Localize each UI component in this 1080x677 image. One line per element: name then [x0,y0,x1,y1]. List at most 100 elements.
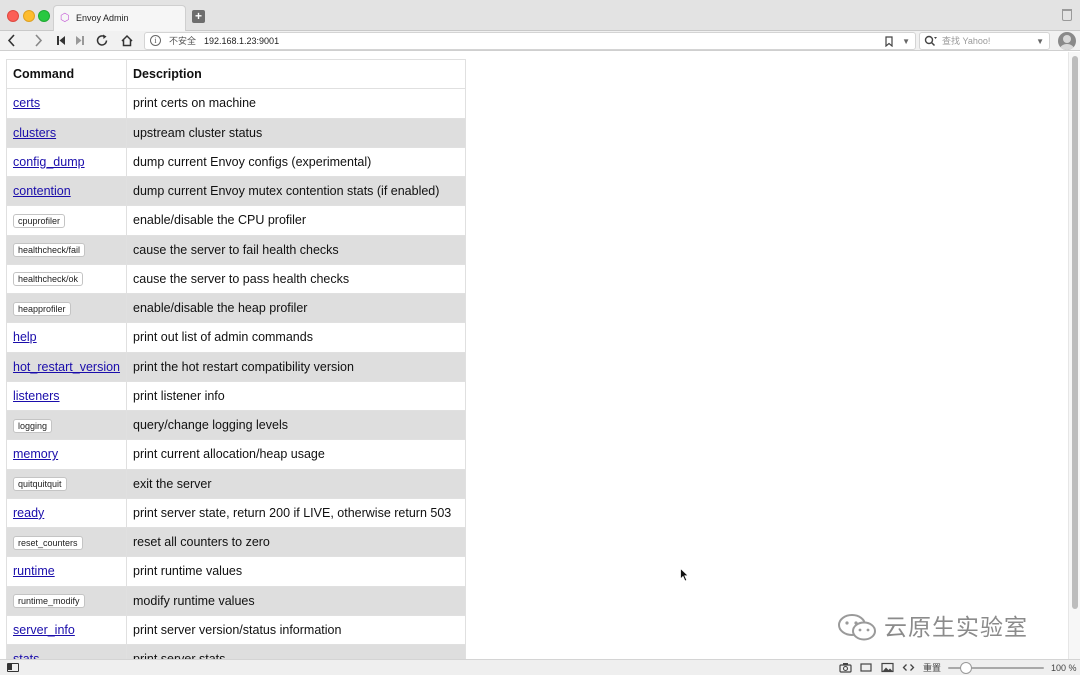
description-cell: print the hot restart compatibility vers… [126,351,467,382]
table-row: hot_restart_version print the hot restart… [5,351,467,382]
command-cell: listeners [5,380,128,412]
tab-title: Envoy Admin [76,13,129,23]
command-button-runtime-modify[interactable]: runtime_modify [13,594,85,609]
command-cell: memory [5,439,128,470]
command-link-server-info[interactable]: server_info [13,623,75,637]
close-window-button[interactable] [7,10,19,22]
command-button-logging[interactable]: logging [13,418,53,433]
table-row: help print out list of admin commands [5,322,467,353]
bookmark-icon[interactable] [885,36,893,50]
command-cell: help [5,322,128,353]
profile-avatar[interactable] [1058,32,1076,50]
table-row: clusters upstream cluster status [5,117,467,148]
maximize-window-button[interactable] [38,10,50,22]
command-link-runtime[interactable]: runtime [13,564,55,578]
minimize-window-button[interactable] [23,10,35,22]
page-content: Command Description certs print certs on … [0,52,1068,659]
reload-icon [96,34,108,46]
home-icon [121,34,133,47]
envoy-hexagon-icon: ⬡ [60,12,70,24]
skip-back-icon [57,36,65,45]
back-button[interactable] [4,32,20,49]
description-cell: upstream cluster status [126,117,467,148]
watermark: 云原生实验室 [836,610,1028,644]
command-cell: runtime [5,556,128,587]
command-link-contention[interactable]: contention [13,184,71,198]
description-cell: enable/disable the heap profiler [126,292,467,324]
command-link-clusters[interactable]: clusters [13,126,56,140]
command-cell: healthcheck/ok [5,263,128,295]
command-link-listeners[interactable]: listeners [13,389,60,403]
status-bar: 重置 100 % [0,659,1080,675]
table-header-row: Command Description [5,58,467,90]
description-cell: print out list of admin commands [126,322,467,353]
command-link-hot-restart-version[interactable]: hot_restart_version [13,360,120,374]
chevron-right-icon [35,34,43,47]
table-row: contention dump current Envoy mutex conte… [5,175,467,207]
search-bar[interactable]: 查找 Yahoo! ▼ [919,32,1050,50]
table-row: certs print certs on machine [5,88,467,119]
chevron-down-icon[interactable]: ▼ [1036,36,1044,47]
fast-forward-button[interactable] [72,32,88,49]
description-cell: cause the server to fail health checks [126,234,467,265]
command-cell: stats [5,643,128,659]
scrollbar-thumb[interactable] [1072,56,1078,609]
home-button[interactable] [119,32,135,49]
command-link-memory[interactable]: memory [13,447,58,461]
command-button-quitquitquit[interactable]: quitquitquit [13,477,67,492]
table-row: runtime_modify modify runtime values [5,585,467,616]
address-bar[interactable]: i 不安全 192.168.1.23:9001 ▼ [144,32,916,50]
zoom-slider-thumb[interactable] [960,662,972,674]
command-cell: contention [5,175,128,207]
trash-icon[interactable] [1062,9,1072,21]
info-icon[interactable]: i [150,35,161,46]
command-cell: cpuprofiler [5,205,128,236]
command-button-reset-counters[interactable]: reset_counters [13,535,83,550]
description-cell: print certs on machine [126,88,467,119]
vertical-scrollbar[interactable] [1068,52,1080,659]
rewind-button[interactable] [53,32,69,49]
navigation-bar: i 不安全 192.168.1.23:9001 ▼ 查找 Yahoo! ▼ [0,31,1080,51]
description-cell: print current allocation/heap usage [126,439,467,470]
sidebar-toggle-icon[interactable] [7,663,19,672]
command-link-help[interactable]: help [13,330,37,344]
table-row: stats print server stats [5,643,467,659]
table-row: server_info print server version/status i… [5,614,467,646]
search-icon[interactable] [924,34,938,53]
description-cell: modify runtime values [126,585,467,616]
description-cell: print server state, return 200 if LIVE, … [126,497,467,529]
command-button-heapprofiler[interactable]: heapprofiler [13,301,71,316]
command-link-stats[interactable]: stats [13,652,39,659]
description-cell: print listener info [126,380,467,412]
description-cell: dump current Envoy mutex contention stat… [126,175,467,207]
description-cell: print runtime values [126,556,467,587]
zoom-level: 100 % [1051,663,1077,673]
tab-envoy-admin[interactable]: ⬡ Envoy Admin [53,5,186,31]
forward-button[interactable] [30,32,46,49]
command-cell: hot_restart_version [5,351,128,382]
url-text[interactable]: 192.168.1.23:9001 [204,36,279,47]
command-button-cpuprofiler[interactable]: cpuprofiler [13,213,66,228]
skip-forward-icon [76,36,84,45]
chevron-left-icon [7,34,15,47]
command-button-healthcheck-fail[interactable]: healthcheck/fail [13,243,86,258]
command-link-certs[interactable]: certs [13,96,40,110]
column-header-command: Command [5,58,128,90]
table-row: runtime print runtime values [5,556,467,587]
reload-button[interactable] [94,32,110,49]
zoom-reset-label[interactable]: 重置 [923,662,941,674]
table-row: quitquitquit exit the server [5,468,467,499]
table-row: heapprofiler enable/disable the heap prof… [5,292,467,324]
command-cell: healthcheck/fail [5,234,128,265]
command-cell: clusters [5,117,128,148]
command-button-healthcheck-ok[interactable]: healthcheck/ok [13,272,84,287]
admin-commands-table: Command Description certs print certs on … [5,58,467,659]
chevron-down-icon[interactable]: ▼ [902,36,910,47]
description-cell: reset all counters to zero [126,526,467,558]
new-tab-button[interactable]: + [192,10,205,23]
command-link-config-dump[interactable]: config_dump [13,155,85,169]
command-link-ready[interactable]: ready [13,506,44,520]
table-row: ready print server state, return 200 if L… [5,497,467,529]
insecure-label: 不安全 [169,36,197,46]
table-row: healthcheck/ok cause the server to pass h… [5,263,467,295]
